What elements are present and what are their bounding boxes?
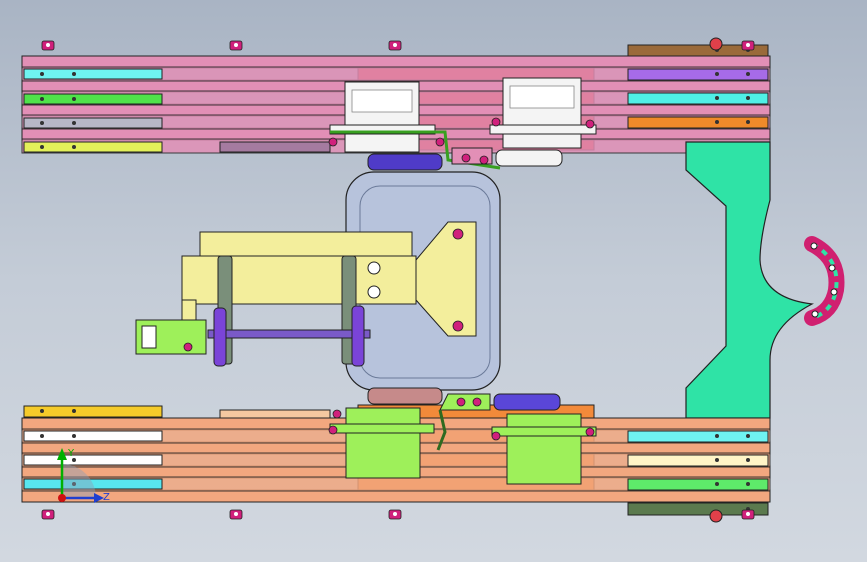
shaft-wheel-right [351, 305, 365, 367]
top-frame [21, 37, 771, 171]
top-left-wheel-rim [219, 141, 331, 153]
top-wheel-violet [367, 153, 443, 171]
bottom-wheel-violet [493, 393, 561, 411]
top-rail-1 [21, 55, 771, 69]
left-strip-top-1 [23, 68, 163, 80]
top-servo-left [329, 81, 436, 153]
top-wheel-white [495, 149, 563, 167]
top-servo-right [489, 77, 597, 149]
arm-upper-bar [199, 231, 413, 257]
right-mint-plate [685, 141, 845, 419]
cad-viewport[interactable]: Y Z [0, 0, 867, 562]
left-strip-top-3 [23, 117, 163, 129]
triad-origin [58, 494, 66, 502]
body-bottom-wheel [367, 387, 443, 405]
left-strip-bottom-3 [23, 454, 163, 466]
y-axis-label: Y [67, 448, 75, 459]
bottom-servo-right [491, 413, 597, 485]
left-strip-bottom-2 [23, 430, 163, 442]
bottom-left-wheel-rim [219, 409, 331, 419]
z-axis-label: Z [103, 492, 110, 503]
small-motor-cap [141, 325, 157, 349]
assembly-drawing: Y Z [21, 37, 845, 523]
bottom-frame [21, 393, 771, 523]
left-strip-top-4 [23, 141, 163, 153]
shaft-wheel-left [213, 307, 227, 367]
drive-shaft [207, 329, 371, 339]
left-strip-bottom-1 [23, 405, 163, 418]
left-strip-top-2 [23, 93, 163, 105]
bottom-rail-4 [21, 489, 771, 503]
bottom-servo-left [329, 407, 435, 479]
central-body [135, 171, 501, 405]
arm-lower-bar [181, 255, 417, 305]
